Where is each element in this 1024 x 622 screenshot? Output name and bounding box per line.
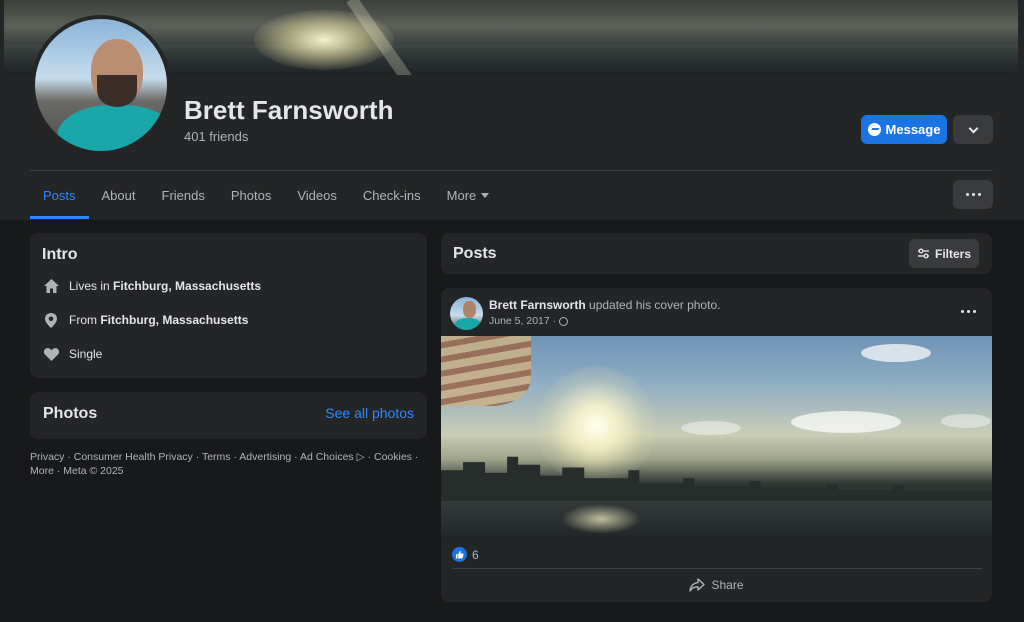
globe-icon	[559, 316, 569, 326]
caret-down-icon	[481, 193, 490, 198]
tab-about[interactable]: About	[89, 172, 149, 219]
tab-label: About	[101, 188, 136, 203]
water-shine	[561, 504, 641, 534]
message-button[interactable]: Message	[861, 115, 947, 144]
cloud	[861, 344, 931, 362]
tab-videos[interactable]: Videos	[284, 172, 350, 219]
dot	[971, 193, 975, 196]
likes-count: 6	[472, 547, 479, 562]
footer-line-2[interactable]: More · Meta © 2025	[30, 464, 430, 478]
intro-from: From Fitchburg, Massachusetts	[42, 311, 248, 329]
reactions[interactable]: 6	[452, 547, 479, 562]
profile-tabs: Posts About Friends Photos Videos Check-…	[30, 172, 502, 219]
profile-avatar[interactable]	[31, 15, 171, 155]
dot	[977, 193, 981, 196]
city-skyline	[441, 456, 992, 508]
post-options-button[interactable]	[961, 310, 976, 313]
message-button-label: Message	[885, 122, 941, 137]
cloud	[791, 411, 901, 433]
footer-links[interactable]: Privacy · Consumer Health Privacy · Term…	[30, 450, 430, 478]
post-card: Brett Farnsworth updated his cover photo…	[441, 288, 992, 602]
intro-lives-in: Lives in Fitchburg, Massachusetts	[42, 277, 261, 295]
share-button[interactable]: Share	[441, 572, 992, 598]
tab-label: Posts	[43, 188, 76, 203]
photos-title: Photos	[43, 405, 98, 422]
intro-title: Intro	[42, 246, 78, 263]
tab-more[interactable]: More	[434, 172, 503, 219]
cloud	[681, 421, 741, 435]
filters-button[interactable]: Filters	[909, 239, 979, 268]
from-place-link[interactable]: Fitchburg, Massachusetts	[100, 313, 248, 327]
tab-label: Photos	[230, 188, 272, 203]
tab-photos[interactable]: Photos	[218, 172, 284, 219]
avatar-shirt	[455, 318, 481, 330]
see-all-photos-link[interactable]: See all photos	[325, 405, 414, 421]
post-date-text: June 5, 2017 ·	[489, 315, 557, 327]
chevron-down-icon	[968, 123, 978, 133]
filters-label: Filters	[934, 246, 971, 261]
post-author-link[interactable]: Brett Farnsworth	[489, 298, 586, 312]
tab-posts[interactable]: Posts	[30, 172, 89, 219]
avatar-shirt	[57, 105, 167, 151]
profile-more-button[interactable]	[953, 180, 993, 209]
heart-icon	[42, 345, 60, 363]
footer-line-1[interactable]: Privacy · Consumer Health Privacy · Term…	[30, 450, 430, 464]
tab-label: Videos	[297, 188, 337, 203]
dot	[967, 310, 970, 313]
intro-relationship: Single	[42, 345, 102, 363]
share-icon	[689, 578, 706, 592]
sun-glow	[536, 366, 656, 486]
post-divider	[452, 568, 982, 569]
relationship-text: Single	[69, 347, 103, 361]
lives-prefix: Lives in	[69, 279, 110, 293]
intro-card: Intro Lives in Fitchburg, Massachusetts …	[30, 233, 427, 378]
more-dots-icon	[965, 193, 969, 196]
posts-title: Posts	[453, 245, 497, 262]
post-header-text: Brett Farnsworth updated his cover photo…	[489, 298, 720, 312]
flag	[441, 336, 531, 406]
avatar-head	[463, 301, 476, 318]
tab-label: Check-ins	[362, 188, 421, 203]
header-divider	[30, 170, 993, 171]
posts-header-card: Posts Filters	[441, 233, 992, 274]
filters-icon	[917, 248, 929, 259]
like-icon	[452, 547, 467, 562]
from-prefix: From	[69, 313, 97, 327]
home-icon	[42, 277, 60, 295]
tab-friends[interactable]: Friends	[149, 172, 218, 219]
location-pin-icon	[42, 311, 60, 329]
post-author-avatar[interactable]	[450, 297, 483, 330]
lives-in-text: Lives in Fitchburg, Massachusetts	[69, 279, 261, 293]
profile-dropdown-button[interactable]	[953, 115, 993, 144]
post-photo[interactable]	[441, 336, 992, 541]
from-text: From Fitchburg, Massachusetts	[69, 313, 248, 327]
share-label: Share	[711, 578, 744, 592]
lives-place-link[interactable]: Fitchburg, Massachusetts	[113, 279, 261, 293]
avatar-beard	[97, 75, 137, 107]
post-date[interactable]: June 5, 2017 ·	[489, 315, 569, 327]
tab-label: Friends	[161, 188, 205, 203]
messenger-icon	[867, 123, 881, 136]
post-action-text: updated his cover photo.	[585, 298, 721, 312]
dot	[973, 310, 976, 313]
water	[441, 501, 992, 541]
profile-name: Brett Farnsworth	[184, 95, 394, 125]
photos-card: Photos See all photos	[30, 392, 427, 439]
cloud	[941, 414, 991, 428]
tab-check-ins[interactable]: Check-ins	[350, 172, 434, 219]
friends-count[interactable]: 401 friends	[184, 129, 248, 144]
tab-label: More	[446, 188, 477, 203]
more-dots-icon	[961, 310, 964, 313]
